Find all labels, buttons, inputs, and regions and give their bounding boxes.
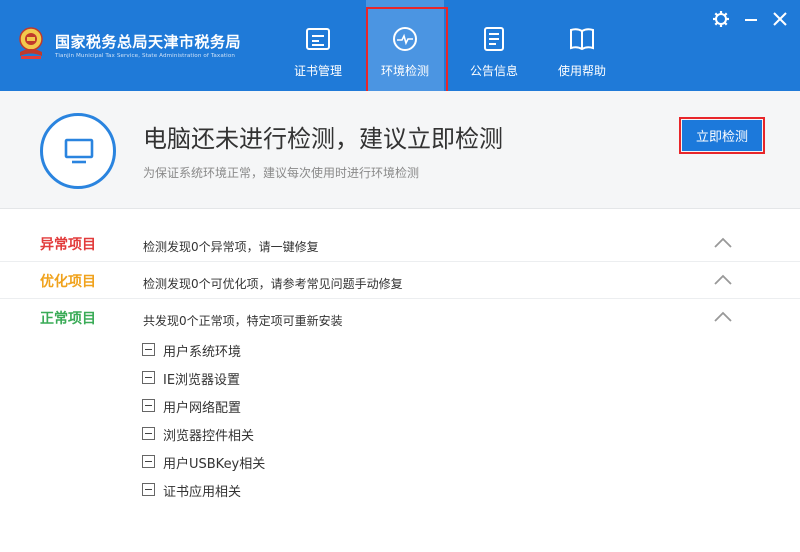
app-title: 国家税务总局天津市税务局 — [55, 33, 242, 51]
result-label: 正常项目 — [40, 311, 96, 327]
document-icon — [484, 27, 504, 51]
result-label: 异常项目 — [40, 237, 96, 253]
status-subtitle: 为保证系统环境正常，建议每次使用时进行环境检测 — [143, 166, 420, 180]
result-row-optimize: 优化项目 检测发现0个可优化项，请参考常见问题手动修复 — [0, 262, 800, 299]
tab-announcements[interactable]: 公告信息 — [450, 0, 538, 91]
tab-certificate-management[interactable]: 证书管理 — [274, 0, 362, 91]
app-header: 国家税务总局天津市税务局 Tianjin Municipal Tax Servi… — [0, 0, 800, 95]
certificate-icon — [306, 28, 330, 50]
collapse-box-icon[interactable] — [142, 455, 155, 468]
tab-label: 使用帮助 — [557, 64, 606, 78]
settings-icon[interactable] — [712, 10, 730, 28]
list-item-label: 用户网络配置 — [163, 401, 242, 416]
list-item-label: IE浏览器设置 — [163, 373, 241, 388]
app-subtitle: Tianjin Municipal Tax Service, State Adm… — [55, 53, 235, 59]
tab-label: 证书管理 — [293, 64, 342, 78]
list-item-label: 浏览器控件相关 — [163, 429, 255, 444]
list-item[interactable]: 浏览器控件相关 — [142, 423, 442, 451]
tab-label: 公告信息 — [469, 64, 518, 78]
result-description: 检测发现0个可优化项，请参考常见问题手动修复 — [143, 277, 403, 291]
collapse-box-icon[interactable] — [142, 427, 155, 440]
book-icon — [570, 28, 594, 51]
list-item[interactable]: 用户系统环境 — [142, 339, 442, 367]
monitor-check-icon — [393, 27, 417, 51]
tax-emblem-icon — [19, 27, 43, 59]
check-now-button[interactable]: 立即检测 — [679, 117, 765, 154]
list-item-label: 用户USBKey相关 — [163, 457, 266, 472]
close-icon[interactable] — [771, 10, 789, 28]
chevron-up-icon[interactable] — [713, 236, 733, 250]
result-description: 共发现0个正常项，特定项可重新安装 — [143, 314, 343, 328]
tab-label: 环境检测 — [380, 64, 429, 78]
list-item-label: 用户系统环境 — [163, 345, 242, 360]
chevron-up-icon[interactable] — [713, 310, 733, 324]
collapse-box-icon[interactable] — [142, 483, 155, 496]
list-item[interactable]: 证书应用相关 — [142, 479, 442, 507]
result-row-normal: 正常项目 共发现0个正常项，特定项可重新安装 — [0, 299, 800, 336]
minimize-icon[interactable] — [742, 10, 760, 28]
result-description: 检测发现0个异常项，请一键修复 — [143, 240, 319, 254]
list-item[interactable]: 用户USBKey相关 — [142, 451, 442, 479]
chevron-up-icon[interactable] — [713, 273, 733, 287]
status-indicator — [40, 113, 116, 189]
tab-help[interactable]: 使用帮助 — [538, 0, 626, 91]
collapse-box-icon[interactable] — [142, 371, 155, 384]
computer-monitor-icon — [64, 138, 94, 164]
list-item[interactable]: IE浏览器设置 — [142, 367, 442, 395]
collapse-box-icon[interactable] — [142, 399, 155, 412]
check-status-panel: 电脑还未进行检测，建议立即检测 为保证系统环境正常，建议每次使用时进行环境检测 … — [0, 91, 800, 209]
collapse-box-icon[interactable] — [142, 343, 155, 356]
normal-items-list: 用户系统环境 IE浏览器设置 用户网络配置 浏览器控件相关 用户USBKey相关… — [142, 339, 442, 507]
result-label: 优化项目 — [40, 274, 96, 290]
status-title: 电脑还未进行检测，建议立即检测 — [143, 125, 503, 153]
result-row-abnormal: 异常项目 检测发现0个异常项，请一键修复 — [0, 225, 800, 262]
list-item[interactable]: 用户网络配置 — [142, 395, 442, 423]
list-item-label: 证书应用相关 — [163, 485, 242, 500]
tab-environment-check[interactable]: 环境检测 — [366, 0, 448, 95]
